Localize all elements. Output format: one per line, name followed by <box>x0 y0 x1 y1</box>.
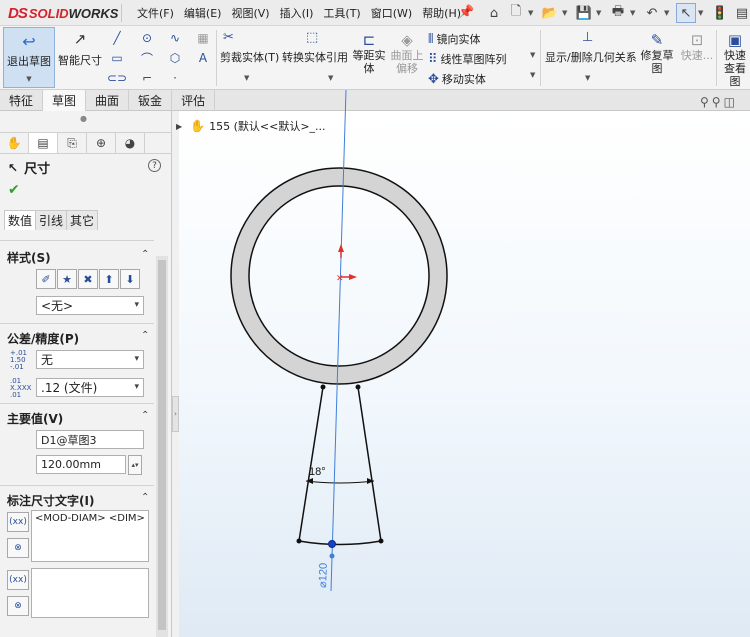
left-taper-line[interactable] <box>298 386 324 542</box>
sketch-point[interactable] <box>378 538 384 544</box>
centerline[interactable] <box>330 89 347 592</box>
centerline-point[interactable] <box>329 553 335 559</box>
dimension-arrow <box>306 478 313 484</box>
sketch-point[interactable] <box>355 384 361 390</box>
angle-dimension-text[interactable]: 18° <box>309 466 326 478</box>
sketch-point[interactable] <box>320 384 326 390</box>
sketch-point[interactable] <box>296 538 302 544</box>
right-taper-line[interactable] <box>357 386 382 542</box>
origin-arrow-icon <box>349 274 357 280</box>
angle-dimension-arc[interactable] <box>305 480 375 484</box>
bottom-arc[interactable] <box>298 540 382 546</box>
selected-point[interactable] <box>328 540 336 548</box>
origin-arrow-icon <box>338 244 344 252</box>
origin-icon[interactable]: ✕ <box>336 274 344 284</box>
diameter-dimension-text[interactable]: ⌀120 <box>317 563 330 588</box>
sketch-geometry: 18° ✕ ⌀120 <box>230 89 448 592</box>
